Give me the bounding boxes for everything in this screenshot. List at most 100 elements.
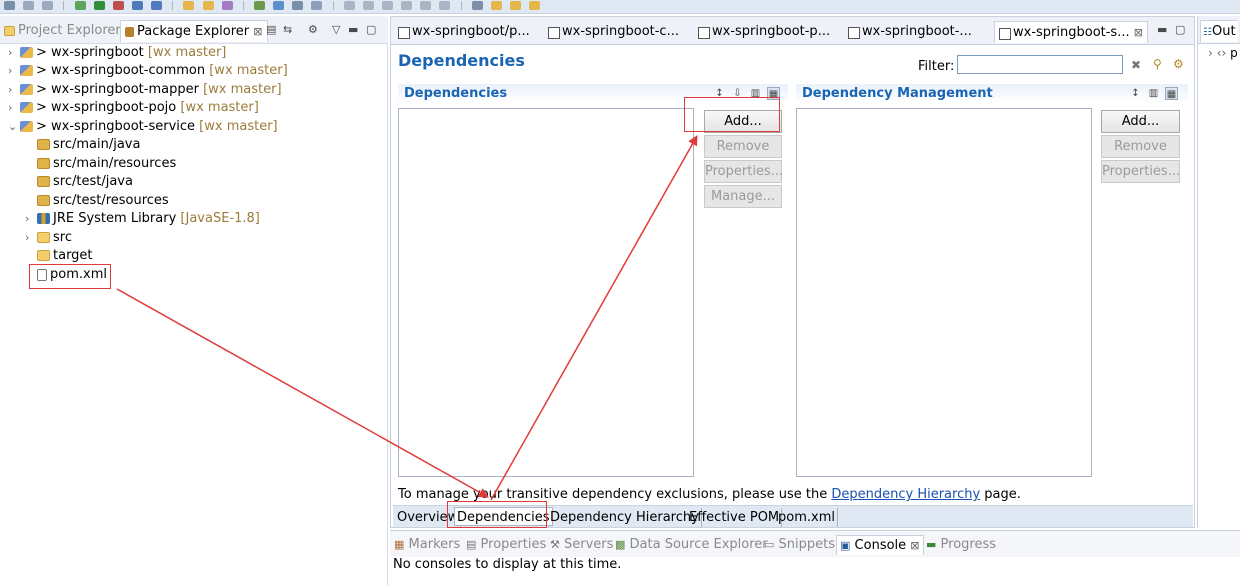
web-browser-icon[interactable]: [253, 1, 265, 10]
sync-icon[interactable]: [151, 1, 163, 10]
minimize-icon[interactable]: ▬: [1157, 23, 1167, 37]
tab-properties[interactable]: ▤ Properties: [466, 535, 546, 555]
dependency-management-section: Dependency Management ↕ ▥ ▦ Add... Remov…: [796, 84, 1188, 477]
chevron-right-icon[interactable]: ›: [25, 210, 37, 228]
remove-dependency-button[interactable]: Remove: [704, 135, 782, 158]
editor-tab[interactable]: wx-springboot/p...: [394, 21, 540, 43]
editor-tabs: wx-springboot/p... wx-springboot-c... wx…: [391, 17, 1194, 45]
chevron-right-icon[interactable]: ›: [25, 229, 37, 247]
console-message: No consoles to display at this time.: [393, 557, 622, 572]
tree-item-project[interactable]: › > wx-springboot-common [wx master]: [8, 62, 288, 80]
toolbar-separator: [460, 1, 462, 10]
editor-tab[interactable]: wx-springboot-c...: [544, 21, 690, 43]
collapse-all-icon[interactable]: ▤: [266, 23, 276, 37]
editor-tab[interactable]: wx-springboot-p...: [694, 21, 840, 43]
open-folder-icon[interactable]: [183, 1, 195, 10]
new-file-icon[interactable]: [4, 1, 15, 10]
tab-pom-xml[interactable]: pom.xml: [776, 508, 838, 527]
tree-item-source-folder[interactable]: src/main/resources: [37, 155, 176, 173]
properties-dependency-button[interactable]: Properties...: [704, 160, 783, 183]
add-managed-dependency-button[interactable]: Add...: [1101, 110, 1180, 133]
stop-icon[interactable]: [381, 1, 393, 10]
run-icon[interactable]: [93, 1, 105, 10]
debug-icon[interactable]: [74, 1, 86, 10]
search-icon[interactable]: [311, 1, 323, 10]
tab-console[interactable]: ▣ Console ⊠: [836, 535, 924, 555]
chevron-right-icon[interactable]: ›: [8, 81, 20, 99]
remove-managed-dependency-button[interactable]: Remove: [1101, 135, 1180, 158]
chevron-right-icon[interactable]: ›: [8, 99, 20, 117]
tree-item-folder-src[interactable]: › src: [25, 229, 72, 247]
toggle-view-icon[interactable]: ▦: [1165, 87, 1178, 100]
console-icon[interactable]: [292, 1, 304, 10]
save-all-icon[interactable]: [42, 1, 54, 10]
tab-snippets[interactable]: ▭ Snippets: [764, 535, 835, 555]
chevron-down-icon[interactable]: ⌄: [8, 118, 20, 136]
manage-dependency-button[interactable]: Manage...: [704, 185, 782, 208]
dependency-management-list[interactable]: [796, 108, 1092, 477]
open-type-icon[interactable]: [273, 1, 285, 10]
tab-data-source-explorer[interactable]: ▩ Data Source Explorer: [615, 535, 768, 555]
filter-input[interactable]: [957, 55, 1123, 74]
help-icon[interactable]: ⚙: [1173, 57, 1184, 71]
step-over-icon[interactable]: [420, 1, 432, 10]
link-editor-icon[interactable]: ⇆: [283, 23, 292, 37]
close-icon[interactable]: ⊠: [1134, 26, 1143, 39]
tab-package-explorer[interactable]: Package Explorer ⊠: [120, 20, 268, 42]
chevron-down-icon[interactable]: ▽: [332, 23, 340, 37]
close-icon[interactable]: ⊠: [253, 25, 262, 38]
tab-outline[interactable]: ☷Out: [1200, 20, 1238, 42]
outline-item[interactable]: › ‹› p: [1208, 44, 1238, 62]
view-menu-icon[interactable]: ⚙: [308, 23, 318, 37]
dependency-hierarchy-link[interactable]: Dependency Hierarchy: [831, 487, 980, 502]
next-annotation-icon[interactable]: [471, 1, 483, 10]
external-tools-icon[interactable]: [112, 1, 124, 10]
dependencies-list[interactable]: [398, 108, 694, 477]
chevron-right-icon[interactable]: ›: [1208, 46, 1213, 60]
outline-icon: ☷: [1203, 27, 1212, 38]
properties-managed-dependency-button[interactable]: Properties...: [1101, 160, 1180, 183]
refresh-icon[interactable]: [131, 1, 143, 10]
tab-effective-pom[interactable]: Effective POM: [687, 508, 783, 527]
chevron-right-icon[interactable]: ›: [8, 44, 20, 62]
sort-icon[interactable]: ↕: [1129, 87, 1142, 100]
editor-tab[interactable]: wx-springboot-...: [844, 21, 990, 43]
tree-item-source-folder[interactable]: src/test/java: [37, 173, 133, 191]
tree-item-project[interactable]: › > wx-springboot-mapper [wx master]: [8, 81, 282, 99]
markers-icon: ▦: [394, 538, 405, 551]
play-icon[interactable]: [343, 1, 355, 10]
tree-item-source-folder[interactable]: src/main/java: [37, 136, 140, 154]
maximize-icon[interactable]: ▢: [1175, 23, 1185, 37]
wizard-icon[interactable]: [221, 1, 233, 10]
data-source-icon: ▩: [615, 538, 626, 551]
tree-item-project[interactable]: ⌄ > wx-springboot-service [wx master]: [8, 118, 278, 136]
step-into-icon[interactable]: [401, 1, 413, 10]
maximize-icon[interactable]: ▢: [366, 23, 376, 37]
minimize-icon[interactable]: ▬: [348, 23, 358, 37]
show-columns-icon[interactable]: ▥: [1147, 87, 1160, 100]
tree-item-project[interactable]: › > wx-springboot [wx master]: [8, 44, 226, 62]
close-icon[interactable]: ⊠: [910, 539, 919, 552]
tree-item-source-folder[interactable]: src/test/resources: [37, 192, 169, 210]
search-pom-icon[interactable]: ⚲: [1153, 57, 1162, 71]
tab-project-explorer[interactable]: Project Explorer: [4, 20, 121, 42]
tab-progress[interactable]: ▬ Progress: [926, 535, 996, 555]
tab-servers[interactable]: ⚒ Servers: [550, 535, 613, 555]
tree-item-jre-library[interactable]: › JRE System Library [JavaSE-1.8]: [25, 210, 260, 228]
open-project-icon[interactable]: [202, 1, 214, 10]
forward-icon[interactable]: [529, 1, 541, 10]
pause-icon[interactable]: [362, 1, 374, 10]
step-return-icon[interactable]: [439, 1, 451, 10]
tab-dependency-hierarchy[interactable]: Dependency Hierarchy: [548, 508, 702, 527]
properties-icon: ▤: [466, 538, 477, 551]
page-title: Dependencies: [398, 51, 525, 70]
tree-item-folder-target[interactable]: target: [37, 247, 93, 265]
tab-markers[interactable]: ▦ Markers: [394, 535, 460, 555]
save-icon[interactable]: [23, 1, 35, 10]
chevron-right-icon[interactable]: ›: [8, 62, 20, 80]
clear-filter-icon[interactable]: ✖: [1131, 58, 1141, 72]
last-edit-icon[interactable]: [490, 1, 502, 10]
editor-tab-active[interactable]: wx-springboot-s... ⊠: [994, 21, 1148, 43]
tree-item-project[interactable]: › > wx-springboot-pojo [wx master]: [8, 99, 259, 117]
back-icon[interactable]: [509, 1, 521, 10]
